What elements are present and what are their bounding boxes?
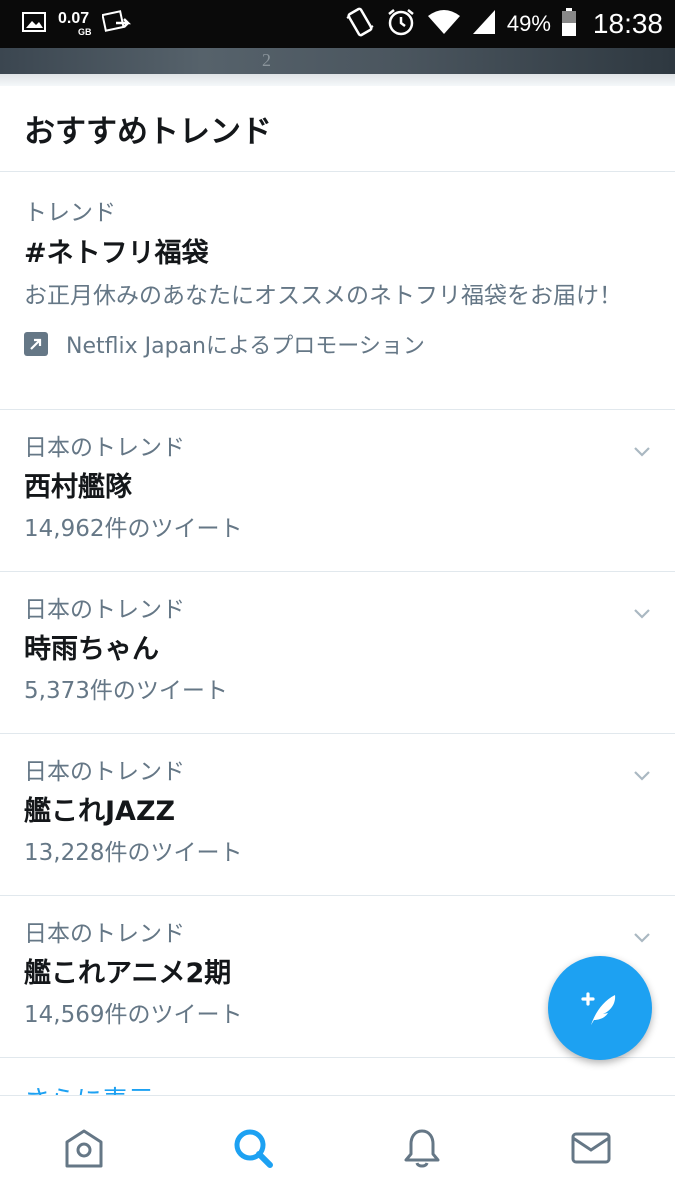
trend-name: 艦これJAZZ	[24, 796, 176, 827]
nav-search[interactable]	[169, 1096, 338, 1200]
trend-item[interactable]: 日本のトレンド 時雨ちゃん 5,373件のツイート	[0, 572, 675, 734]
search-icon	[234, 1129, 274, 1168]
bottom-nav	[0, 1095, 675, 1200]
data-usage-amount: 0.07	[58, 10, 90, 27]
clock: 18:38	[592, 8, 663, 39]
promoted-arrow-icon	[24, 332, 48, 356]
notifications-icon	[404, 1129, 440, 1168]
trend-name: 西村艦隊	[24, 472, 132, 503]
chevron-down-icon[interactable]	[633, 604, 651, 622]
status-right: 49% 18:38	[345, 4, 663, 44]
trend-tweet-count: 14,962件のツイート	[24, 516, 243, 542]
vibrate-icon	[345, 6, 375, 42]
home-icon	[65, 1129, 103, 1168]
trend-context: 日本のトレンド	[24, 921, 185, 947]
chevron-down-icon[interactable]	[633, 766, 651, 784]
status-bar: 0.07 GB 49% 18:38	[0, 0, 675, 48]
data-usage-unit: GB	[78, 27, 92, 37]
wifi-icon	[427, 8, 461, 40]
nav-home[interactable]	[0, 1096, 169, 1200]
trend-item[interactable]: 日本のトレンド 西村艦隊 14,962件のツイート	[0, 410, 675, 572]
promoted-trend[interactable]: トレンド #ネトフリ福袋 お正月休みのあなたにオススメのネトフリ福袋をお届け！ …	[0, 172, 675, 410]
trend-context: 日本のトレンド	[24, 759, 185, 785]
battery-percent: 49%	[506, 11, 551, 36]
compose-tweet-button[interactable]	[548, 956, 652, 1060]
trend-context: トレンド	[24, 200, 116, 226]
trend-description: お正月休みのあなたにオススメのネトフリ福袋をお届け！	[24, 283, 622, 309]
gallery-icon	[22, 11, 48, 37]
status-left: 0.07 GB	[22, 8, 132, 40]
trend-tweet-count: 13,228件のツイート	[24, 840, 243, 866]
trend-item[interactable]: 日本のトレンド 艦これJAZZ 13,228件のツイート	[0, 734, 675, 896]
header-photo-text: 2	[262, 50, 271, 70]
trend-tweet-count: 5,373件のツイート	[24, 678, 228, 704]
show-more-link[interactable]: さらに表示	[0, 1058, 675, 1098]
trend-context: 日本のトレンド	[24, 597, 185, 623]
chevron-down-icon[interactable]	[633, 928, 651, 946]
nav-messages[interactable]	[506, 1096, 675, 1200]
messages-icon	[571, 1132, 611, 1164]
header-photo: 2	[0, 48, 675, 74]
nav-notifications[interactable]	[338, 1096, 507, 1200]
trend-name: 時雨ちゃん	[24, 634, 159, 665]
alarm-icon	[385, 6, 417, 42]
trend-name: #ネトフリ福袋	[24, 238, 209, 269]
data-usage: 0.07 GB	[58, 11, 92, 37]
compose-tweet-icon	[581, 992, 616, 1025]
photo-share-icon	[100, 9, 132, 39]
battery-icon	[561, 7, 577, 41]
header-shadow	[0, 74, 675, 86]
panel-title: おすすめトレンド	[0, 86, 675, 172]
promotion-row: Netflix Japanによるプロモーション	[24, 328, 675, 360]
chevron-down-icon[interactable]	[633, 442, 651, 460]
trend-context: 日本のトレンド	[24, 435, 185, 461]
trends-panel: おすすめトレンド トレンド #ネトフリ福袋 お正月休みのあなたにオススメのネトフ…	[0, 86, 675, 1098]
signal-icon	[471, 8, 497, 40]
promoted-by: Netflix Japanによるプロモーション	[66, 334, 425, 359]
